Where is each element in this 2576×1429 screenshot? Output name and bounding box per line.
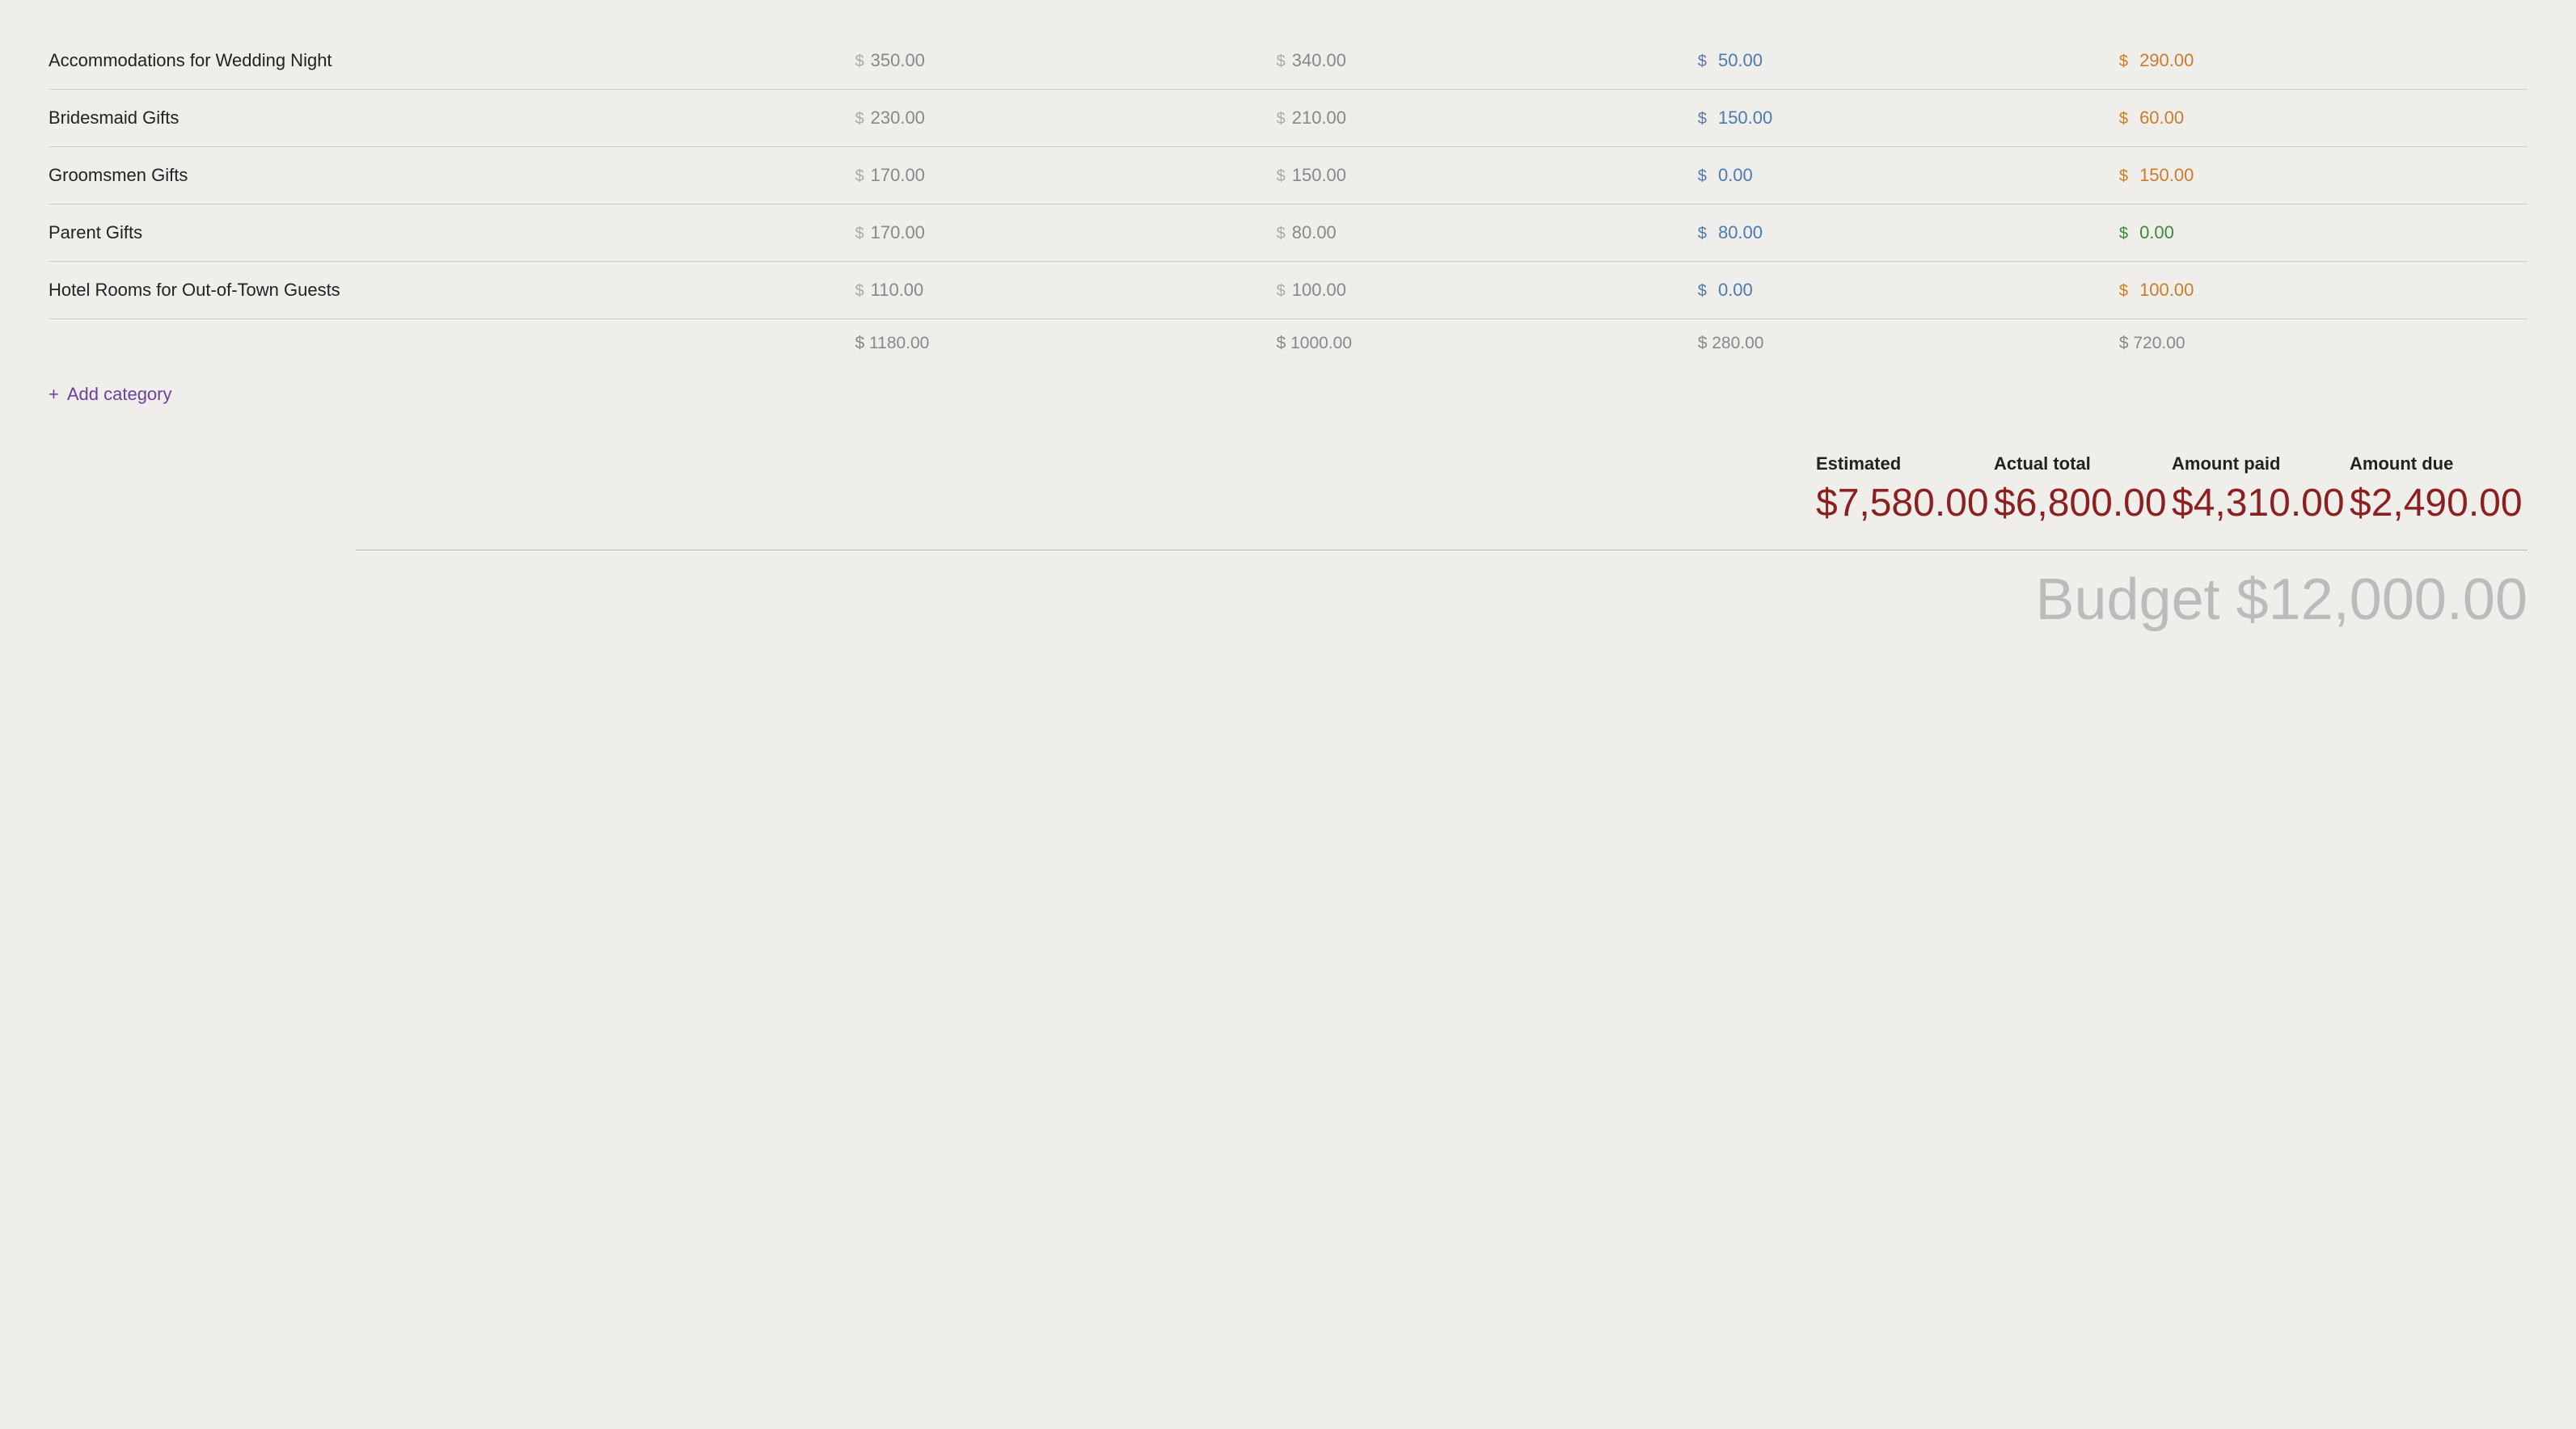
summary-actual: Actual total $6,800.00 — [1994, 453, 2172, 525]
table-row: Hotel Rooms for Out-of-Town Guests $110.… — [49, 262, 2527, 319]
totals-estimated: $ 1180.00 — [842, 319, 1264, 369]
due-value: $2,490.00 — [2350, 481, 2527, 525]
row-label: Parent Gifts — [49, 204, 842, 262]
due-amount: $ 0.00 — [2106, 204, 2527, 262]
estimated-amount: $170.00 — [842, 204, 1264, 262]
estimated-amount: $170.00 — [842, 147, 1264, 204]
summary-paid: Amount paid $4,310.00 — [2172, 453, 2350, 525]
actual-amount: $210.00 — [1264, 90, 1685, 147]
totals-due: $ 720.00 — [2106, 319, 2527, 369]
add-category-button[interactable]: + Add category — [49, 384, 172, 405]
paid-amount: $ 150.00 — [1685, 90, 2106, 147]
table-row: Groomsmen Gifts $170.00 $150.00 $ 0.00 $… — [49, 147, 2527, 204]
row-label: Bridesmaid Gifts — [49, 90, 842, 147]
actual-label: Actual total — [1994, 453, 2172, 474]
estimated-amount: $350.00 — [842, 32, 1264, 90]
actual-amount: $80.00 — [1264, 204, 1685, 262]
plus-icon: + — [49, 384, 59, 405]
estimated-amount: $110.00 — [842, 262, 1264, 319]
actual-amount: $100.00 — [1264, 262, 1685, 319]
summary-columns: Estimated $7,580.00 Actual total $6,800.… — [49, 453, 2527, 525]
estimated-amount: $230.00 — [842, 90, 1264, 147]
paid-label: Amount paid — [2172, 453, 2350, 474]
due-amount: $ 290.00 — [2106, 32, 2527, 90]
row-label: Groomsmen Gifts — [49, 147, 842, 204]
paid-amount: $ 80.00 — [1685, 204, 2106, 262]
due-amount: $ 150.00 — [2106, 147, 2527, 204]
budget-total: Budget $12,000.00 — [49, 567, 2527, 633]
summary-section: Estimated $7,580.00 Actual total $6,800.… — [49, 453, 2527, 633]
table-row: Accommodations for Wedding Night $350.00… — [49, 32, 2527, 90]
add-category-label: Add category — [67, 384, 172, 405]
paid-amount: $ 50.00 — [1685, 32, 2106, 90]
estimated-value: $7,580.00 — [1816, 481, 1994, 525]
actual-value: $6,800.00 — [1994, 481, 2172, 525]
estimated-label: Estimated — [1816, 453, 1994, 474]
actual-amount: $150.00 — [1264, 147, 1685, 204]
table-row: Bridesmaid Gifts $230.00 $210.00 $ 150.0… — [49, 90, 2527, 147]
totals-row: $ 1180.00 $ 1000.00 $ 280.00 $ 720.00 — [49, 319, 2527, 369]
summary-due: Amount due $2,490.00 — [2350, 453, 2527, 525]
summary-estimated: Estimated $7,580.00 — [1816, 453, 1994, 525]
totals-empty — [49, 319, 842, 369]
budget-table: Accommodations for Wedding Night $350.00… — [49, 32, 2527, 437]
add-category-row: + Add category — [49, 368, 2527, 437]
due-amount: $ 100.00 — [2106, 262, 2527, 319]
due-amount: $ 60.00 — [2106, 90, 2527, 147]
totals-paid: $ 280.00 — [1685, 319, 2106, 369]
add-category-cell: + Add category — [49, 368, 2527, 437]
due-label: Amount due — [2350, 453, 2527, 474]
paid-amount: $ 0.00 — [1685, 262, 2106, 319]
paid-value: $4,310.00 — [2172, 481, 2350, 525]
row-label: Hotel Rooms for Out-of-Town Guests — [49, 262, 842, 319]
totals-actual: $ 1000.00 — [1264, 319, 1685, 369]
table-row: Parent Gifts $170.00 $80.00 $ 80.00 $ 0.… — [49, 204, 2527, 262]
row-label: Accommodations for Wedding Night — [49, 32, 842, 90]
paid-amount: $ 0.00 — [1685, 147, 2106, 204]
actual-amount: $340.00 — [1264, 32, 1685, 90]
